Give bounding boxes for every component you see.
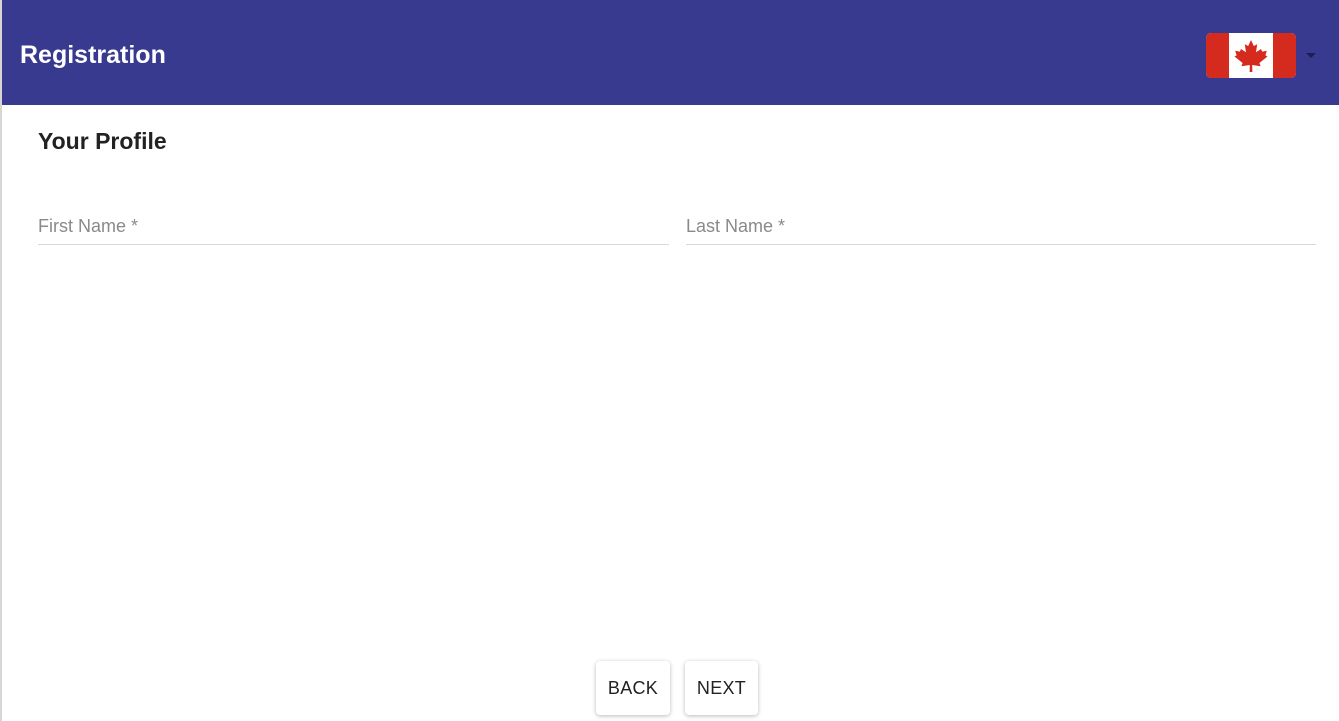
maple-leaf-icon xyxy=(1234,40,1268,72)
first-name-field xyxy=(38,208,669,245)
first-name-input[interactable] xyxy=(38,214,669,238)
flag-right-band xyxy=(1273,33,1296,78)
language-select[interactable] xyxy=(1204,31,1320,81)
app-bar: Registration xyxy=(2,0,1339,105)
app-title: Registration xyxy=(20,41,166,69)
back-button[interactable]: BACK xyxy=(596,661,670,715)
flag-left-band xyxy=(1206,33,1229,78)
canada-flag-icon xyxy=(1206,33,1296,78)
next-button[interactable]: NEXT xyxy=(685,661,758,715)
window-left-border xyxy=(0,0,2,721)
last-name-input[interactable] xyxy=(686,214,1316,238)
section-title: Your Profile xyxy=(38,128,167,154)
chevron-down-icon xyxy=(1306,53,1316,58)
last-name-field xyxy=(686,208,1316,245)
